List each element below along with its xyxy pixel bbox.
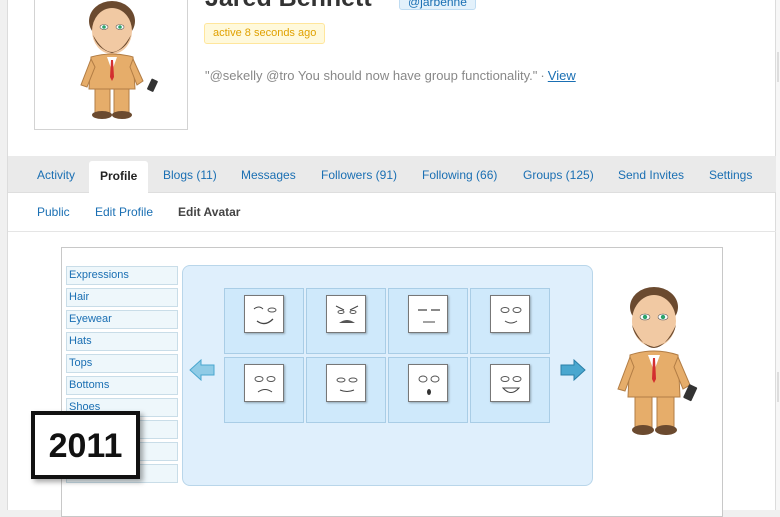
avatar-preview <box>617 287 698 435</box>
tab-groups[interactable]: Groups (125) <box>523 156 594 193</box>
expression-option-frown[interactable] <box>224 357 304 423</box>
expression-option-surprised[interactable] <box>388 357 468 423</box>
subnav-edit-profile[interactable]: Edit Profile <box>95 205 153 219</box>
avatar-character <box>80 1 158 119</box>
subnav-edit-avatar[interactable]: Edit Avatar <box>178 205 240 219</box>
face-icon <box>490 364 530 402</box>
tab-send-invites[interactable]: Send Invites <box>618 156 684 193</box>
category-expressions[interactable]: Expressions <box>66 266 178 285</box>
face-icon <box>408 364 448 402</box>
profile-avatar[interactable] <box>34 0 188 130</box>
avatar-editor: Expressions Hair Eyewear Hats Tops Botto… <box>61 247 723 517</box>
expression-option-grin[interactable] <box>470 357 550 423</box>
tab-messages[interactable]: Messages <box>241 156 296 193</box>
arrow-left-icon[interactable] <box>189 359 215 381</box>
face-icon <box>326 364 366 402</box>
expression-option-smile[interactable] <box>470 288 550 354</box>
face-icon <box>490 295 530 333</box>
tab-activity[interactable]: Activity <box>37 156 75 193</box>
year-label: 2011 <box>31 411 140 479</box>
profile-tabs: Activity Profile Blogs (11) Messages Fol… <box>8 156 776 193</box>
latest-status: "@sekelly @tro You should now have group… <box>205 68 576 83</box>
face-icon <box>326 295 366 333</box>
profile-name: Jared Bennett <box>205 0 372 13</box>
profile-subnav: Public Edit Profile Edit Avatar <box>8 194 776 232</box>
expression-option-wink[interactable] <box>224 288 304 354</box>
face-icon <box>244 295 284 333</box>
category-hair[interactable]: Hair <box>66 288 178 307</box>
arrow-right-icon[interactable] <box>560 359 586 381</box>
face-icon <box>408 295 448 333</box>
tab-followers[interactable]: Followers (91) <box>321 156 397 193</box>
tab-settings[interactable]: Settings <box>709 156 752 193</box>
window-edge <box>776 0 780 510</box>
category-tops[interactable]: Tops <box>66 354 178 373</box>
expression-option-content[interactable] <box>306 357 386 423</box>
status-view-link[interactable]: View <box>548 68 576 83</box>
expression-option-angry[interactable] <box>306 288 386 354</box>
tab-blogs[interactable]: Blogs (11) <box>163 156 217 193</box>
expression-option-sleepy[interactable] <box>388 288 468 354</box>
category-bottoms[interactable]: Bottoms <box>66 376 178 395</box>
status-text: "@sekelly @tro You should now have group… <box>205 68 538 83</box>
status-separator: · <box>540 68 545 83</box>
activity-badge: active 8 seconds ago <box>204 23 326 44</box>
category-hats[interactable]: Hats <box>66 332 178 351</box>
profile-handle[interactable]: @jarbenne <box>399 0 476 10</box>
expression-picker <box>182 265 593 486</box>
face-icon <box>244 364 284 402</box>
subnav-public[interactable]: Public <box>37 205 70 219</box>
tab-following[interactable]: Following (66) <box>422 156 497 193</box>
category-eyewear[interactable]: Eyewear <box>66 310 178 329</box>
tab-profile[interactable]: Profile <box>89 161 149 193</box>
